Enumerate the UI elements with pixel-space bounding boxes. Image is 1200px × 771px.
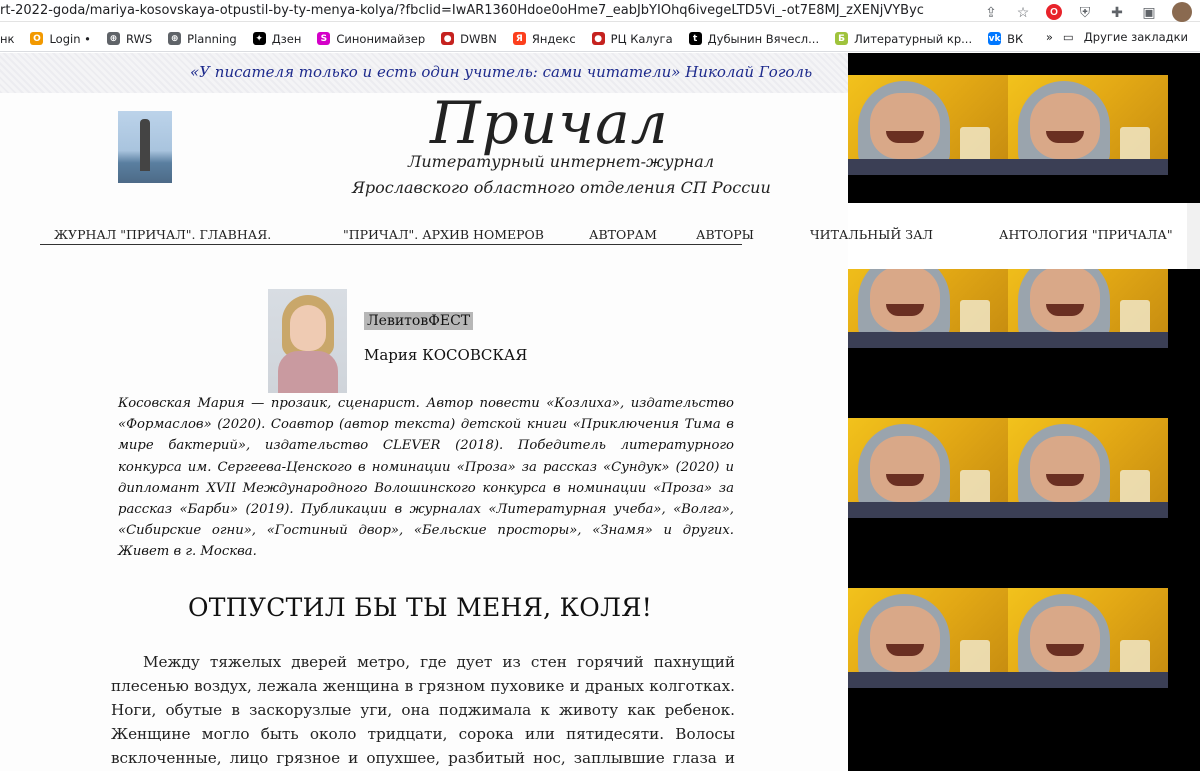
puzzle-icon[interactable]: ✚ [1108, 3, 1126, 21]
bookmark-item[interactable]: ● РЦ Калуга [591, 31, 673, 46]
ad-image-tile[interactable] [1008, 75, 1168, 175]
story-text: Между тяжелых дверей метро, где дует из … [111, 653, 735, 767]
nav-item-anthology[interactable]: АНТОЛОГИЯ "ПРИЧАЛА" [999, 227, 1173, 242]
bookmark-label: Login • [49, 31, 91, 46]
bookmark-item[interactable]: ● DWBN [441, 32, 497, 46]
bookmark-item[interactable]: t Дубынин Вячесл... [688, 31, 820, 46]
bookmark-label: нк [0, 31, 15, 46]
url-text[interactable]: rt-2022-goda/mariya-kosovskaya-otpustil-… [0, 3, 960, 18]
overflow-chevron-icon[interactable]: » [1046, 30, 1053, 44]
bookmark-favicon-icon: Я [512, 32, 526, 45]
bookmark-label: Planning [187, 31, 237, 46]
bookmark-label: Синонимайзер [336, 31, 426, 46]
bookmark-label: RWS [125, 31, 153, 46]
opera-icon[interactable]: O [1046, 4, 1062, 20]
ad-image-tile[interactable] [1008, 588, 1168, 688]
site-subtitle-2: Ярославского областного отделения СП Рос… [352, 178, 771, 197]
bookmark-label: Яндекс [531, 31, 576, 46]
quote-banner: «У писателя только и есть один учитель: … [0, 53, 848, 93]
bookmark-favicon-icon: ● [591, 32, 605, 45]
bookmark-item[interactable]: Б Литературный кр... [835, 32, 972, 46]
avatar-icon[interactable] [1172, 2, 1192, 22]
header-quote: «У писателя только и есть один учитель: … [190, 63, 813, 81]
bookmark-favicon-icon: t [688, 32, 702, 45]
author-bio: Косовская Мария — прозаик, сценарист. Ав… [118, 396, 734, 560]
folder-icon: ▭ [1062, 30, 1074, 44]
bookmark-label: РЦ Калуга [610, 31, 673, 46]
bookmark-item[interactable]: ⊕ Planning [168, 32, 237, 46]
bookmark-label: Дубынин Вячесл... [707, 31, 820, 46]
bookmark-label: Литературный кр... [854, 31, 973, 46]
ad-image-tile[interactable] [848, 75, 1008, 175]
story-title: ОТПУСТИЛ БЫ ТЫ МЕНЯ, КОЛЯ! [188, 593, 653, 622]
bookmarks-bar: нк O Login • ⊕ RWS ⊕ Planning ✦ Дзен S Синонимайзе… [0, 26, 1200, 52]
bookmark-favicon-icon: vk [988, 32, 1002, 45]
nav-item-main[interactable]: ЖУРНАЛ "ПРИЧАЛ". ГЛАВНАЯ. [54, 227, 271, 242]
bookmark-label: DWBN [460, 31, 497, 46]
bookmark-item[interactable]: ⊕ RWS [106, 31, 153, 46]
bookmark-favicon-icon: ● [441, 32, 455, 45]
nav-item-authors[interactable]: АВТОРЫ [696, 227, 754, 242]
bookmarks-overflow[interactable]: » ▭ Другие закладки [1046, 30, 1188, 44]
author-photo [268, 289, 347, 393]
bookmark-favicon-icon: ✦ [252, 32, 266, 45]
festival-tag[interactable]: ЛевитовФЕСТ [364, 312, 474, 330]
bookmark-favicon-icon: ⊕ [168, 32, 182, 45]
main-nav: ЖУРНАЛ "ПРИЧАЛ". ГЛАВНАЯ. "ПРИЧАЛ". АРХИ… [40, 227, 754, 245]
bookmark-favicon-icon: ⊕ [106, 32, 120, 45]
ad-image-tile[interactable] [1008, 418, 1168, 518]
nav-item-reading-room[interactable]: ЧИТАЛЬНЫЙ ЗАЛ [810, 227, 933, 242]
site-logo-image[interactable] [118, 111, 172, 183]
bookmark-item[interactable]: Я Яндекс [512, 31, 576, 46]
site-title[interactable]: Причал [430, 89, 669, 157]
bookmark-label: ВК [1007, 31, 1024, 46]
bookmark-favicon-icon: S [317, 32, 331, 45]
web-page: «У писателя только и есть один учитель: … [0, 53, 1200, 771]
ad-image-tile[interactable] [848, 418, 1008, 518]
bookmark-favicon-icon: Б [835, 32, 849, 45]
bookmark-item[interactable]: O Login • [30, 31, 91, 46]
nav-item-for-authors[interactable]: АВТОРАМ [589, 227, 657, 242]
share-icon[interactable]: ⇪ [982, 3, 1000, 21]
other-bookmarks[interactable]: Другие закладки [1084, 30, 1188, 44]
sidebar-icon[interactable]: ▣ [1140, 3, 1158, 21]
shield-icon[interactable]: ⛨ [1076, 3, 1094, 21]
scrollbar-track[interactable] [1187, 203, 1200, 269]
address-bar[interactable]: rt-2022-goda/mariya-kosovskaya-otpustil-… [0, 0, 1200, 22]
site-subtitle-1: Литературный интернет-журнал [408, 152, 715, 171]
bookmark-favicon-icon: O [30, 32, 44, 45]
bookmark-item[interactable]: vk ВК [988, 32, 1023, 46]
bookmark-item[interactable]: нк [0, 32, 14, 46]
bookmark-item[interactable]: ✦ Дзен [252, 31, 302, 46]
star-icon[interactable]: ☆ [1014, 3, 1032, 21]
nav-item-archive[interactable]: "ПРИЧАЛ". АРХИВ НОМЕРОВ [343, 227, 544, 242]
author-name: Мария КОСОВСКАЯ [364, 346, 528, 364]
ad-image-tile[interactable] [848, 588, 1008, 688]
bookmark-item[interactable]: S Синонимайзер [317, 32, 425, 46]
bookmark-label: Дзен [271, 31, 302, 46]
ad-banner[interactable] [848, 53, 1200, 771]
